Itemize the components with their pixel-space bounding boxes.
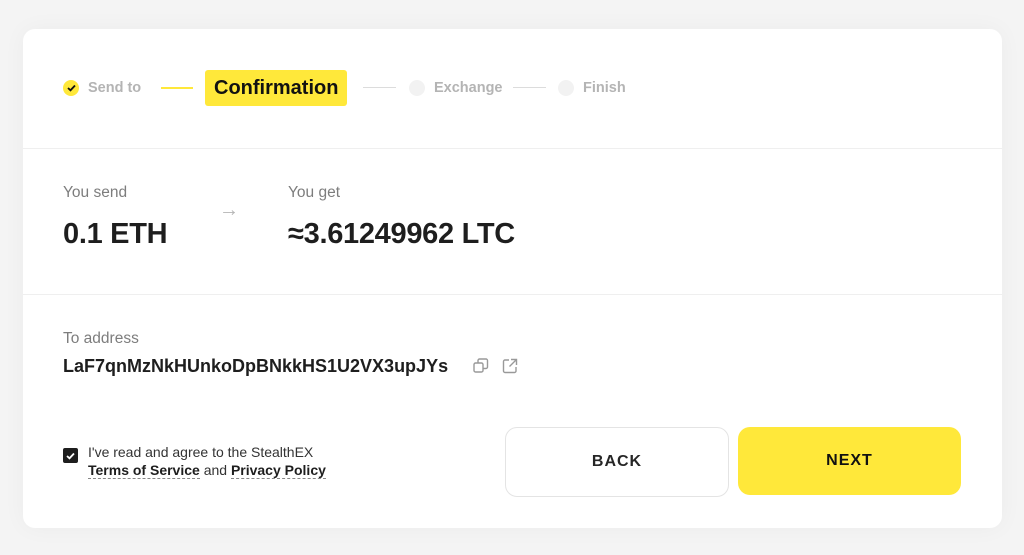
agreement-prefix: I've read and agree to the StealthEX <box>88 444 314 460</box>
terms-agreement: I've read and agree to the StealthEX Ter… <box>63 443 326 479</box>
step-label: Exchange <box>434 80 503 96</box>
step-confirmation: Confirmation <box>205 70 348 106</box>
pending-circle-icon <box>409 80 425 96</box>
step-finish: Finish <box>558 70 626 106</box>
step-connector <box>363 87 396 88</box>
address-label: To address <box>63 330 139 347</box>
copy-icon[interactable] <box>472 357 490 375</box>
send-amount: 0.1 ETH <box>63 218 168 250</box>
terms-of-service-link[interactable]: Terms of Service <box>88 462 200 479</box>
pending-circle-icon <box>558 80 574 96</box>
get-amount: ≈3.61249962 LTC <box>288 218 515 250</box>
recipient-address: LaF7qnMzNkHUnkoDpBNkkHS1U2VX3upJYs <box>63 356 449 376</box>
get-label: You get <box>288 184 341 201</box>
progress-stepper: Send to Confirmation Exchange Finish <box>23 29 1002 149</box>
exchange-summary: You send 0.1 ETH → You get ≈3.61249962 L… <box>23 149 1002 295</box>
step-exchange: Exchange <box>409 70 503 106</box>
external-link-icon[interactable] <box>501 357 519 375</box>
step-label: Confirmation <box>214 76 339 99</box>
step-label: Finish <box>583 80 626 96</box>
exchange-confirmation-card: Send to Confirmation Exchange Finish You… <box>23 29 1002 528</box>
step-label: Send to <box>88 80 142 96</box>
agreement-conjunction: and <box>203 462 228 478</box>
arrow-right-icon: → <box>219 199 239 221</box>
next-button[interactable]: NEXT <box>738 427 961 495</box>
check-circle-icon <box>63 80 79 96</box>
step-connector <box>513 87 546 88</box>
privacy-policy-link[interactable]: Privacy Policy <box>230 462 326 479</box>
step-connector <box>161 87 193 89</box>
agreement-text: I've read and agree to the StealthEX Ter… <box>88 443 326 479</box>
back-button[interactable]: BACK <box>505 427 729 497</box>
agree-checkbox[interactable] <box>63 448 78 463</box>
step-send-to: Send to <box>63 70 141 106</box>
send-label: You send <box>63 184 128 201</box>
